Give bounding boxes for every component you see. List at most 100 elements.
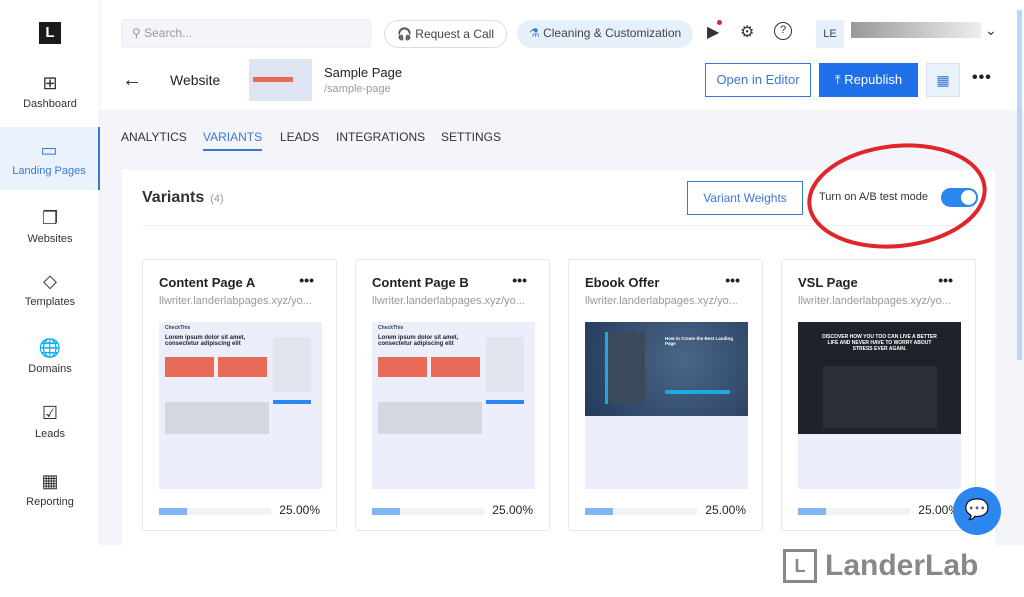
open-in-editor-button[interactable]: Open in Editor [705, 63, 811, 97]
variant-card[interactable]: Content Page A ••• llwriter.landerlabpag… [142, 259, 337, 531]
sidebar: L ⊞ Dashboard ▭ Landing Pages ❐ Websites ◇ T… [0, 0, 100, 545]
tab-integrations[interactable]: INTEGRATIONS [336, 130, 425, 144]
variant-url[interactable]: llwriter.landerlabpages.xyz/yo... [798, 295, 951, 307]
user-name-redacted [851, 22, 981, 38]
request-call-button[interactable]: 🎧 Request a Call [384, 20, 507, 48]
globe-icon: 🌐 [38, 338, 62, 358]
upload-icon: ⤒ [834, 72, 845, 87]
help-icon[interactable]: ? [774, 22, 792, 40]
sidebar-item-reporting[interactable]: ▦ Reporting [0, 470, 100, 508]
weight-bar-fill [798, 508, 826, 515]
weight-bar [798, 508, 910, 515]
gear-icon[interactable]: ⚙ [740, 22, 754, 42]
tab-leads[interactable]: LEADS [280, 130, 319, 144]
top-bar: ⚲ Search... 🎧 Request a Call ⚗ Cleaning … [100, 0, 1024, 57]
stack-icon: ❐ [41, 208, 59, 228]
tab-analytics[interactable]: ANALYTICS [121, 130, 187, 144]
watermark-logo: L [783, 549, 817, 583]
chevron-down-icon[interactable]: ⌄ [985, 22, 997, 39]
sidebar-item-leads[interactable]: ☑ Leads [0, 402, 100, 440]
sidebar-item-label: Domains [28, 363, 72, 375]
weight-bar [585, 508, 697, 515]
sidebar-item-landing-pages[interactable]: ▭ Landing Pages [0, 127, 100, 190]
page-title: Sample Page [324, 65, 403, 80]
landerlab-logo[interactable]: L [39, 22, 61, 44]
variant-preview: CheckThis Lorem ipsum dolor sit amet, co… [159, 322, 322, 489]
tab-variants[interactable]: VARIANTS [203, 130, 263, 151]
variant-url[interactable]: llwriter.landerlabpages.xyz/yo... [372, 295, 525, 307]
grid-icon: ⊞ [42, 73, 58, 93]
chat-icon: 💬 [964, 499, 990, 521]
variant-url[interactable]: llwriter.landerlabpages.xyz/yo... [159, 295, 312, 307]
variant-name: Ebook Offer [585, 275, 660, 290]
page-header: ← Website Sample Page /sample-page Open … [100, 57, 1024, 110]
qr-code-icon: ▦ [936, 72, 950, 88]
more-options-icon[interactable]: ••• [938, 272, 953, 288]
weight-bar-fill [585, 508, 613, 515]
preview-heading: DISCOVER HOW YOU TOO CAN LIVE A BETTER L… [822, 334, 937, 352]
variant-preview: CheckThis Lorem ipsum dolor sit amet, co… [372, 322, 535, 489]
weight-percent: 25.00% [279, 503, 320, 517]
cleaning-customization-button[interactable]: ⚗ Cleaning & Customization [517, 20, 694, 48]
preview-heading: How to Create the Best Landing Page [665, 336, 734, 346]
preview-brand: CheckThis [165, 325, 191, 331]
breadcrumb[interactable]: Website [170, 72, 220, 88]
search-input[interactable]: ⚲ Search... [121, 19, 371, 48]
page-thumbnail [249, 59, 312, 101]
weight-bar-fill [159, 508, 187, 515]
more-options-icon[interactable]: ••• [299, 272, 314, 288]
qr-code-button[interactable]: ▦ [926, 63, 960, 97]
sidebar-item-label: Landing Pages [12, 165, 86, 177]
variant-card[interactable]: Content Page B ••• llwriter.landerlabpag… [355, 259, 550, 531]
variant-card[interactable]: VSL Page ••• llwriter.landerlabpages.xyz… [781, 259, 976, 531]
variant-preview: DISCOVER HOW YOU TOO CAN LIVE A BETTER L… [798, 322, 961, 489]
avatar[interactable]: LE [816, 20, 844, 48]
republish-label: Republish [844, 72, 903, 87]
variant-card[interactable]: Ebook Offer ••• llwriter.landerlabpages.… [568, 259, 763, 531]
sidebar-item-label: Templates [24, 296, 76, 308]
weight-percent: 25.00% [492, 503, 533, 517]
scrollbar[interactable] [1017, 10, 1022, 360]
page-slug: /sample-page [324, 83, 391, 95]
variant-weights-button[interactable]: Variant Weights [687, 181, 803, 215]
checklist-icon: ☑ [41, 403, 59, 423]
sidebar-item-dashboard[interactable]: ⊞ Dashboard [0, 72, 100, 110]
more-options-icon[interactable]: ••• [725, 272, 740, 288]
highlight-circle [807, 143, 987, 249]
variants-title: Variants [142, 189, 205, 206]
sidebar-item-label: Reporting [26, 496, 74, 508]
sidebar-item-websites[interactable]: ❐ Websites [0, 207, 100, 245]
cleaning-label: Cleaning & Customization [543, 26, 682, 40]
variant-preview: How to Create the Best Landing Page [585, 322, 748, 489]
more-options-icon[interactable]: ••• [972, 69, 992, 87]
variants-heading: Variants (4) [142, 189, 224, 207]
video-icon[interactable]: ▶ [707, 20, 723, 42]
sidebar-item-domains[interactable]: 🌐 Domains [0, 337, 100, 375]
sidebar-item-label: Leads [35, 428, 65, 440]
variant-name: VSL Page [798, 275, 858, 290]
chat-button[interactable]: 💬 [953, 487, 1001, 535]
variant-url[interactable]: llwriter.landerlabpages.xyz/yo... [585, 295, 738, 307]
republish-button[interactable]: ⤒ Republish [819, 63, 918, 97]
search-placeholder: Search... [144, 26, 193, 40]
tab-settings[interactable]: SETTINGS [441, 130, 501, 144]
watermark-text: LanderLab [825, 549, 979, 582]
presentation-icon: ▦ [41, 471, 59, 491]
headset-icon: 🎧 [397, 27, 416, 41]
page-icon: ▭ [40, 140, 58, 160]
weight-percent: 25.00% [705, 503, 746, 517]
sidebar-item-templates[interactable]: ◇ Templates [0, 270, 100, 308]
variants-count: (4) [210, 193, 224, 205]
search-icon: ⚲ [132, 26, 145, 40]
variant-name: Content Page A [159, 275, 256, 290]
weight-bar [372, 508, 484, 515]
sidebar-item-label: Websites [27, 233, 73, 245]
landerlab-watermark: L LanderLab [783, 549, 978, 583]
weight-bar-fill [372, 508, 400, 515]
variant-name: Content Page B [372, 275, 469, 290]
more-options-icon[interactable]: ••• [512, 272, 527, 288]
preview-heading: Lorem ipsum dolor sit amet, consectetur … [378, 335, 459, 347]
preview-heading: Lorem ipsum dolor sit amet, consectetur … [165, 335, 246, 347]
back-arrow-icon[interactable]: ← [122, 69, 142, 92]
weight-bar [159, 508, 271, 515]
